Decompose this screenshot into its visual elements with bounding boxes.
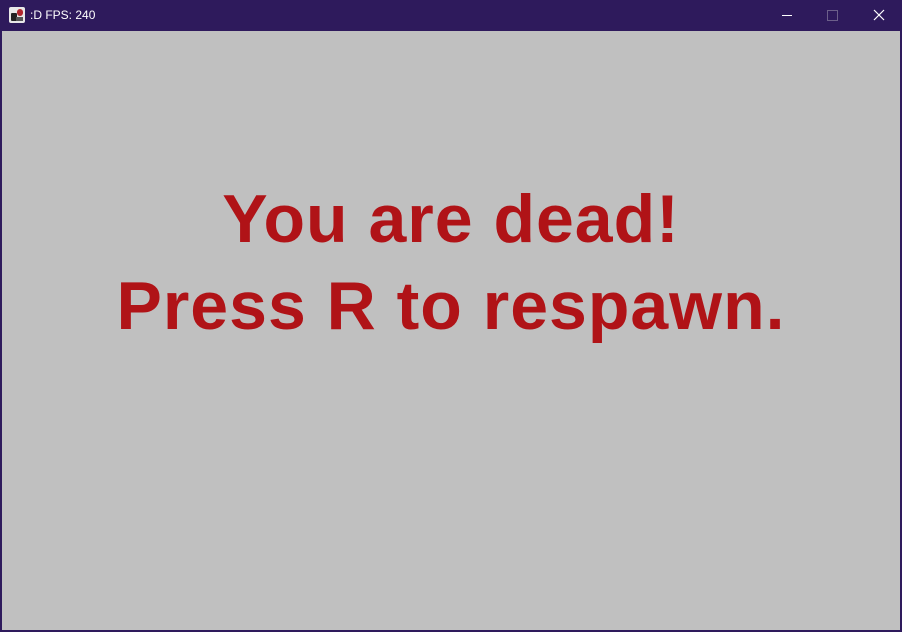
app-icon[interactable] bbox=[9, 7, 25, 23]
window-title: :D FPS: 240 bbox=[30, 8, 96, 22]
minimize-button[interactable] bbox=[764, 0, 810, 31]
minimize-icon bbox=[782, 15, 792, 16]
maximize-button[interactable] bbox=[810, 0, 856, 31]
close-button[interactable] bbox=[856, 0, 902, 31]
maximize-icon bbox=[827, 10, 838, 21]
close-icon bbox=[873, 9, 885, 21]
respawn-prompt: Press R to respawn. bbox=[116, 268, 786, 344]
title-bar[interactable]: :D FPS: 240 bbox=[0, 0, 902, 31]
game-window: :D FPS: 240 You are dead! Press R to res… bbox=[0, 0, 902, 632]
game-canvas[interactable]: You are dead! Press R to respawn. bbox=[2, 31, 900, 630]
death-message: You are dead! bbox=[222, 181, 680, 257]
